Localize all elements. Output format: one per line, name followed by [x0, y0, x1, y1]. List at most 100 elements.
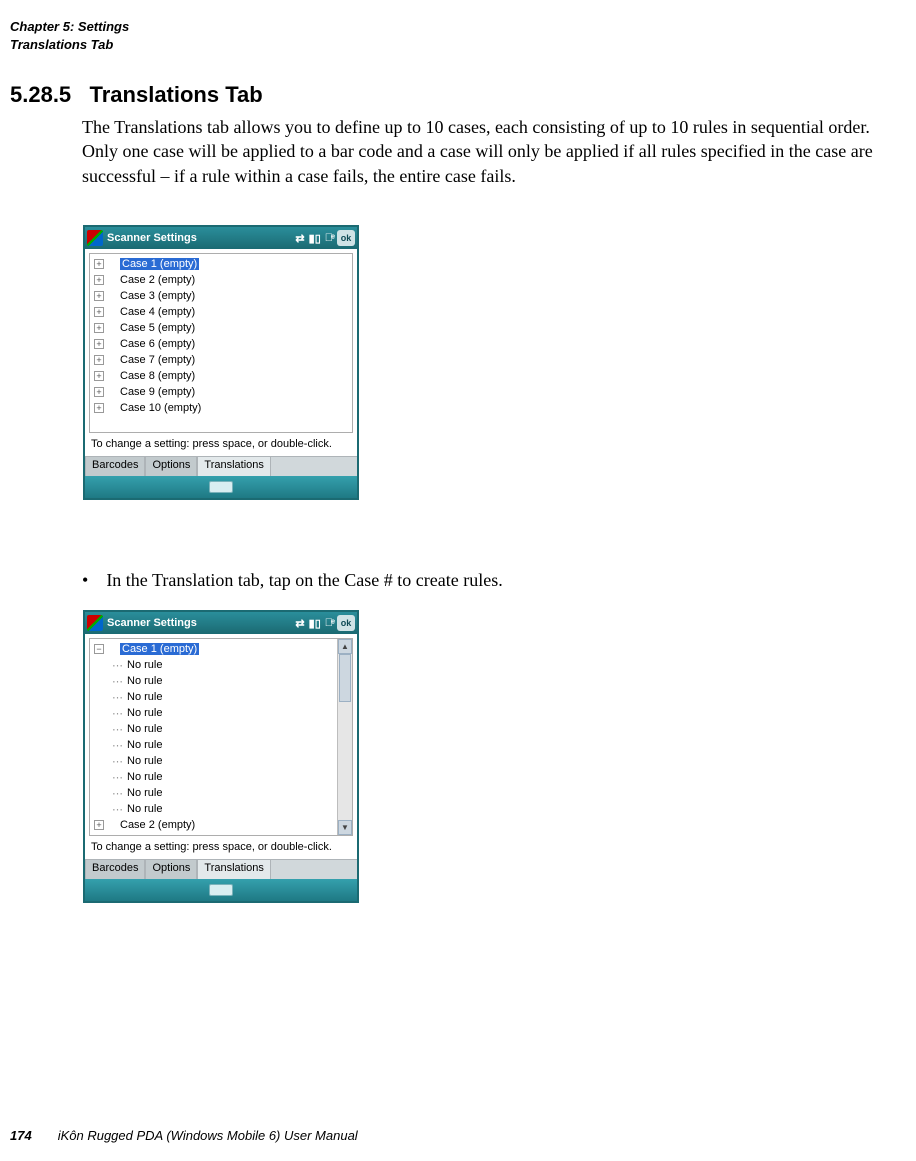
bottom-bar	[85, 476, 357, 498]
expand-icon[interactable]: +	[94, 820, 104, 830]
page-header: Chapter 5: Settings Translations Tab	[10, 18, 129, 53]
case-label[interactable]: Case 3 (empty)	[120, 290, 195, 302]
expand-icon[interactable]: +	[94, 323, 104, 333]
expand-icon[interactable]: +	[94, 275, 104, 285]
tab-translations[interactable]: Translations	[197, 860, 271, 879]
page-number: 174	[10, 1128, 32, 1143]
section-title: Translations Tab	[90, 82, 263, 107]
expand-icon[interactable]: +	[94, 259, 104, 269]
tab-strip: Barcodes Options Translations	[85, 859, 357, 879]
rule-row[interactable]: ⋯No rule	[90, 721, 352, 737]
start-icon[interactable]	[87, 230, 103, 246]
scroll-up-button[interactable]: ▲	[338, 639, 352, 654]
tab-strip: Barcodes Options Translations	[85, 456, 357, 476]
section-heading: 5.28.5 Translations Tab	[10, 82, 263, 108]
bottom-bar	[85, 879, 357, 901]
connectivity-icon[interactable]: ⇄	[295, 617, 304, 630]
page-footer: 174iKôn Rugged PDA (Windows Mobile 6) Us…	[10, 1128, 358, 1143]
start-icon[interactable]	[87, 615, 103, 631]
scroll-thumb[interactable]	[339, 654, 351, 702]
tab-options[interactable]: Options	[145, 457, 197, 476]
window-title: Scanner Settings	[107, 617, 291, 629]
rule-label[interactable]: No rule	[127, 755, 162, 767]
rule-row[interactable]: ⋯No rule	[90, 673, 352, 689]
vertical-scrollbar[interactable]: ▲ ▼	[337, 639, 352, 835]
rule-label[interactable]: No rule	[127, 691, 162, 703]
case-row[interactable]: + Case 7 (empty)	[90, 352, 352, 368]
rule-row[interactable]: ⋯No rule	[90, 657, 352, 673]
expand-icon[interactable]: +	[94, 355, 104, 365]
case-tree-expanded[interactable]: − Case 1 (empty) ⋯No rule ⋯No rule ⋯No ru…	[89, 638, 353, 836]
tab-translations[interactable]: Translations	[197, 457, 271, 476]
collapse-icon[interactable]: −	[94, 644, 104, 654]
rule-label[interactable]: No rule	[127, 787, 162, 799]
case-row[interactable]: + Case 10 (empty)	[90, 400, 352, 416]
tab-barcodes[interactable]: Barcodes	[85, 457, 145, 476]
case-label[interactable]: Case 2 (empty)	[120, 274, 195, 286]
case-row-1[interactable]: + Case 1 (empty)	[90, 256, 352, 272]
case-row[interactable]: + Case 8 (empty)	[90, 368, 352, 384]
expand-icon[interactable]: +	[94, 387, 104, 397]
bullet-icon: •	[82, 570, 88, 590]
rule-row[interactable]: ⋯No rule	[90, 753, 352, 769]
window-titlebar: Scanner Settings ⇄ ▮▯ ◀ͤ ok	[85, 612, 357, 634]
case-label[interactable]: Case 4 (empty)	[120, 306, 195, 318]
case-label[interactable]: Case 6 (empty)	[120, 338, 195, 350]
expand-icon[interactable]: +	[94, 371, 104, 381]
chapter-label: Chapter 5: Settings	[10, 18, 129, 36]
case-row[interactable]: + Case 9 (empty)	[90, 384, 352, 400]
case-label-selected[interactable]: Case 1 (empty)	[120, 258, 199, 270]
rule-row[interactable]: ⋯No rule	[90, 785, 352, 801]
keyboard-icon[interactable]	[209, 481, 233, 493]
rule-label[interactable]: No rule	[127, 739, 162, 751]
case-label[interactable]: Case 2 (empty)	[120, 819, 195, 831]
case-label[interactable]: Case 7 (empty)	[120, 354, 195, 366]
ok-button[interactable]: ok	[337, 615, 355, 631]
case-label-selected[interactable]: Case 1 (empty)	[120, 643, 199, 655]
body-paragraph: The Translations tab allows you to defin…	[82, 115, 896, 188]
signal-icon[interactable]: ▮▯	[309, 617, 321, 630]
case-label[interactable]: Case 8 (empty)	[120, 370, 195, 382]
rule-label[interactable]: No rule	[127, 707, 162, 719]
rule-row[interactable]: ⋯No rule	[90, 689, 352, 705]
rule-label[interactable]: No rule	[127, 771, 162, 783]
case-row[interactable]: + Case 3 (empty)	[90, 288, 352, 304]
tab-barcodes[interactable]: Barcodes	[85, 860, 145, 879]
case-label[interactable]: Case 10 (empty)	[120, 402, 201, 414]
signal-icon[interactable]: ▮▯	[309, 232, 321, 245]
speaker-icon[interactable]: ◀ͤ	[325, 617, 333, 630]
expand-icon[interactable]: +	[94, 291, 104, 301]
rule-label[interactable]: No rule	[127, 675, 162, 687]
keyboard-icon[interactable]	[209, 884, 233, 896]
expand-icon[interactable]: +	[94, 403, 104, 413]
rule-row[interactable]: ⋯No rule	[90, 705, 352, 721]
rule-row[interactable]: ⋯No rule	[90, 769, 352, 785]
window-titlebar: Scanner Settings ⇄ ▮▯ ◀ͤ ok	[85, 227, 357, 249]
tab-options[interactable]: Options	[145, 860, 197, 879]
case-row-2[interactable]: + Case 2 (empty)	[90, 817, 352, 833]
case-row[interactable]: + Case 2 (empty)	[90, 272, 352, 288]
case-row[interactable]: + Case 6 (empty)	[90, 336, 352, 352]
connectivity-icon[interactable]: ⇄	[295, 232, 304, 245]
expand-icon[interactable]: +	[94, 339, 104, 349]
rule-label[interactable]: No rule	[127, 803, 162, 815]
speaker-icon[interactable]: ◀ͤ	[325, 232, 333, 245]
case-row[interactable]: + Case 4 (empty)	[90, 304, 352, 320]
scroll-down-button[interactable]: ▼	[338, 820, 352, 835]
hint-text: To change a setting: press space, or dou…	[85, 435, 357, 456]
case-label[interactable]: Case 9 (empty)	[120, 386, 195, 398]
ok-button[interactable]: ok	[337, 230, 355, 246]
expand-icon[interactable]: +	[94, 307, 104, 317]
case-label[interactable]: Case 5 (empty)	[120, 322, 195, 334]
rule-label[interactable]: No rule	[127, 723, 162, 735]
scroll-track[interactable]	[338, 654, 352, 820]
rule-row[interactable]: ⋯No rule	[90, 801, 352, 817]
rule-label[interactable]: No rule	[127, 659, 162, 671]
hint-text: To change a setting: press space, or dou…	[85, 838, 357, 859]
case-row[interactable]: + Case 5 (empty)	[90, 320, 352, 336]
window-title: Scanner Settings	[107, 232, 291, 244]
rule-row[interactable]: ⋯No rule	[90, 737, 352, 753]
case-row-1[interactable]: − Case 1 (empty)	[90, 641, 352, 657]
screenshot-translations-collapsed: Scanner Settings ⇄ ▮▯ ◀ͤ ok + Case 1 (emp…	[83, 225, 359, 500]
case-tree[interactable]: + Case 1 (empty) + Case 2 (empty) + Case 3 …	[89, 253, 353, 433]
